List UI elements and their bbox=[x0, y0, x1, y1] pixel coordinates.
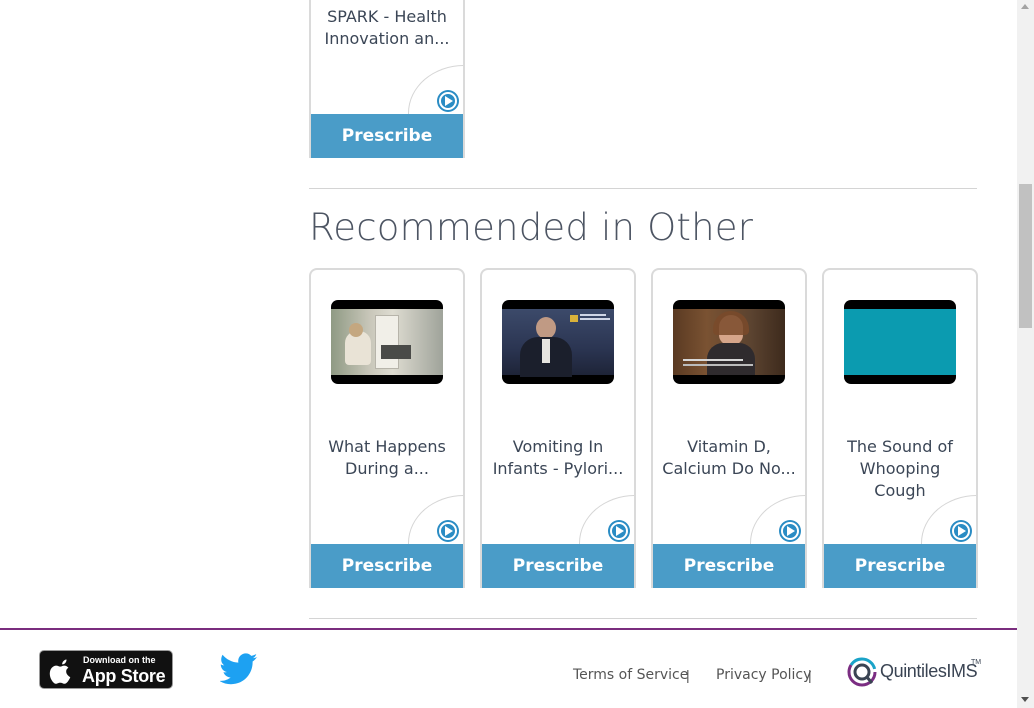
quintilesims-logo-mark-icon bbox=[847, 657, 877, 687]
prescribe-button[interactable]: Prescribe bbox=[653, 544, 805, 588]
page: SPARK - Health Innovation an... Prescrib… bbox=[0, 0, 1017, 708]
prescribe-button[interactable]: Prescribe bbox=[482, 544, 634, 588]
footer-separator: | bbox=[686, 667, 690, 683]
app-store-big-text: App Store bbox=[82, 666, 166, 686]
section-divider bbox=[309, 618, 977, 619]
video-card-title: SPARK - Health Innovation an... bbox=[324, 7, 450, 48]
quintilesims-logo[interactable]: QuintilesIMS TM bbox=[846, 656, 982, 690]
trademark-mark: TM bbox=[971, 659, 982, 666]
video-thumbnail[interactable] bbox=[844, 300, 956, 384]
video-card-title: Vitamin D, Calcium Do No... bbox=[662, 437, 796, 478]
scrollbar-thumb[interactable] bbox=[1019, 184, 1032, 328]
scroll-down-arrow-icon[interactable] bbox=[1021, 697, 1029, 702]
video-thumbnail[interactable] bbox=[331, 300, 443, 384]
play-icon[interactable] bbox=[437, 90, 459, 112]
section-title: Recommended in Other bbox=[309, 206, 754, 249]
video-card-title: What Happens During a... bbox=[328, 437, 446, 478]
prescribe-button[interactable]: Prescribe bbox=[824, 544, 976, 588]
terms-of-service-link[interactable]: Terms of Service bbox=[573, 667, 688, 683]
video-card[interactable]: Vomiting In Infants - Pylori... Prescrib… bbox=[480, 268, 636, 588]
video-thumbnail[interactable] bbox=[502, 300, 614, 384]
play-icon[interactable] bbox=[437, 520, 459, 542]
video-card-title: Vomiting In Infants - Pylori... bbox=[492, 437, 624, 478]
play-icon[interactable] bbox=[779, 520, 801, 542]
video-card[interactable]: The Sound of Whooping Cough Prescribe bbox=[822, 268, 978, 588]
scroll-up-arrow-icon[interactable] bbox=[1021, 4, 1029, 9]
app-store-badge[interactable]: Download on the App Store bbox=[39, 650, 173, 689]
video-card-title: The Sound of Whooping Cough bbox=[847, 437, 953, 500]
footer-separator: | bbox=[808, 667, 812, 683]
section-divider bbox=[309, 188, 977, 189]
video-card[interactable]: What Happens During a... Prescribe bbox=[309, 268, 465, 588]
vertical-scrollbar[interactable] bbox=[1017, 0, 1034, 708]
play-icon[interactable] bbox=[950, 520, 972, 542]
prescribe-button[interactable]: Prescribe bbox=[311, 114, 463, 158]
video-card-spark[interactable]: SPARK - Health Innovation an... Prescrib… bbox=[309, 0, 465, 158]
play-icon[interactable] bbox=[608, 520, 630, 542]
video-thumbnail[interactable] bbox=[673, 300, 785, 384]
footer-divider bbox=[0, 628, 1017, 630]
quintilesims-logo-text: QuintilesIMS bbox=[880, 661, 978, 681]
app-store-small-text: Download on the bbox=[83, 655, 156, 665]
video-card[interactable]: Vitamin D, Calcium Do No... Prescribe bbox=[651, 268, 807, 588]
privacy-policy-link[interactable]: Privacy Policy bbox=[716, 667, 811, 683]
apple-icon bbox=[49, 659, 71, 684]
prescribe-button[interactable]: Prescribe bbox=[311, 544, 463, 588]
twitter-icon[interactable] bbox=[220, 652, 258, 686]
